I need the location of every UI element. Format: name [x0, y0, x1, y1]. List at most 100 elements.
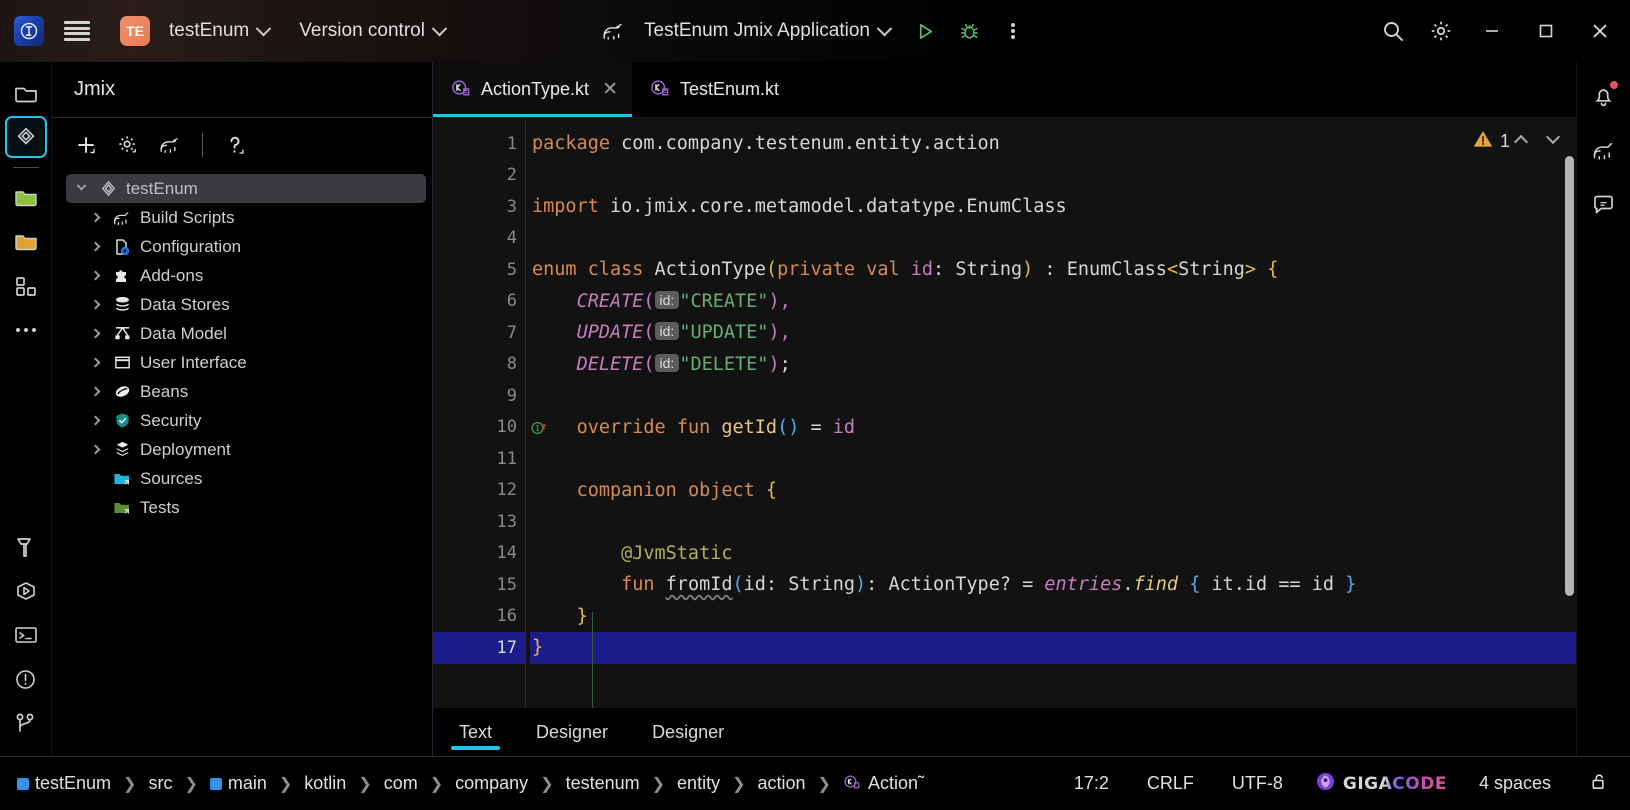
parameter-hint: id:: [654, 322, 680, 340]
caret-position[interactable]: 17:2: [1068, 770, 1115, 797]
project-tool-window: Jmix testEnum Build Scripts Configuratio…: [52, 62, 433, 756]
configuration-icon: [111, 237, 133, 257]
project-selector[interactable]: TE testEnum: [112, 12, 277, 50]
tree-item-deployment[interactable]: Deployment: [52, 435, 432, 464]
project-files-icon[interactable]: [5, 72, 47, 114]
tree-label: Security: [140, 410, 202, 430]
tree-item-tests[interactable]: Tests: [52, 493, 432, 522]
tree-item-beans[interactable]: Beans: [52, 377, 432, 406]
maximize-button[interactable]: [1520, 0, 1572, 62]
ai-assistant-icon[interactable]: [1584, 184, 1624, 224]
chevron-down-icon[interactable]: [72, 180, 90, 192]
more-actions-button[interactable]: [996, 14, 1030, 48]
editor-tab-label: TestEnum.kt: [679, 79, 780, 99]
build-hammer-icon[interactable]: [5, 526, 47, 568]
version-control-menu[interactable]: Version control: [291, 16, 453, 46]
run-configuration-selector[interactable]: TestEnum Jmix Application: [636, 16, 898, 46]
code-editor[interactable]: 1 2 3 4 5 6 7 8 9 10 11 12 13 14 15 16 1…: [433, 118, 1576, 708]
breadcrumb-item-file[interactable]: Action˜: [840, 770, 927, 798]
hamburger-menu-icon[interactable]: [64, 21, 90, 41]
editor-tab-label: ActionType.kt: [481, 79, 590, 99]
gear-icon[interactable]: [1418, 8, 1464, 54]
run-button[interactable]: [908, 14, 942, 48]
editor-scrollbar[interactable]: [1565, 156, 1574, 596]
tree-item-testenum[interactable]: testEnum: [66, 174, 426, 203]
editor-tab-actiontype[interactable]: ActionType.kt ✕: [433, 62, 632, 117]
version-control-branch-icon[interactable]: [5, 702, 47, 744]
run-icon[interactable]: [5, 570, 47, 612]
gear-icon[interactable]: [110, 128, 146, 162]
breadcrumb: testEnum ❯ src ❯ main ❯ kotlin ❯ com ❯ c…: [14, 770, 927, 798]
chevron-right-icon[interactable]: [86, 415, 104, 426]
chevron-right-icon[interactable]: [86, 444, 104, 455]
tab-text[interactable]: Text: [437, 708, 514, 756]
line-number: 2: [506, 165, 517, 186]
chevron-right-icon[interactable]: [86, 328, 104, 339]
gradle-elephant-icon[interactable]: [152, 128, 188, 162]
code-line-10: override fun getId() = id: [576, 416, 856, 438]
line-number: 13: [496, 511, 517, 532]
tree-item-user-interface[interactable]: User Interface: [52, 348, 432, 377]
more-tool-windows-icon[interactable]: [5, 309, 47, 351]
tree-item-security[interactable]: Security: [52, 406, 432, 435]
close-button[interactable]: [1574, 0, 1626, 62]
breadcrumb-item[interactable]: kotlin: [301, 771, 349, 796]
code-content[interactable]: package com.company.testenum.entity.acti…: [525, 118, 1576, 708]
breadcrumb-item[interactable]: testenum: [563, 771, 643, 796]
tab-designer-1[interactable]: Designer: [514, 708, 630, 756]
line-number-gutter: 1 2 3 4 5 6 7 8 9 10 11 12 13 14 15 16 1…: [433, 118, 547, 708]
tab-designer-2[interactable]: Designer: [630, 708, 746, 756]
tree-item-data-model[interactable]: Data Model: [52, 319, 432, 348]
problems-icon[interactable]: [5, 658, 47, 700]
code-line-16: }: [576, 605, 588, 627]
breadcrumb-separator: ❯: [540, 775, 554, 793]
file-encoding[interactable]: UTF-8: [1226, 770, 1289, 797]
debug-button[interactable]: [952, 14, 986, 48]
code-line-8: DELETE(id: "DELETE");: [576, 353, 791, 375]
tree-item-sources[interactable]: Sources: [52, 464, 432, 493]
previous-problem-icon[interactable]: [1510, 128, 1532, 150]
chevron-right-icon[interactable]: [86, 386, 104, 397]
breadcrumb-item[interactable]: company: [452, 771, 531, 796]
chevron-right-icon[interactable]: [86, 357, 104, 368]
close-icon[interactable]: ✕: [602, 80, 618, 99]
minimize-button[interactable]: [1466, 0, 1518, 62]
breadcrumb-item[interactable]: com: [381, 771, 421, 796]
breadcrumb-item[interactable]: main: [207, 771, 270, 796]
line-separator[interactable]: CRLF: [1141, 770, 1200, 797]
commit-green-folder-icon[interactable]: [5, 177, 47, 219]
tree-item-data-stores[interactable]: Data Stores: [52, 290, 432, 319]
indent-setting[interactable]: 4 spaces: [1473, 770, 1557, 797]
unlocked-icon[interactable]: [1583, 768, 1616, 800]
editor-bottom-tabs: Text Designer Designer: [433, 708, 1576, 756]
chevron-right-icon[interactable]: [86, 212, 104, 223]
notifications-bell-icon[interactable]: [1584, 76, 1624, 116]
jmix-icon[interactable]: [4, 116, 47, 158]
gigacode-plugin-status[interactable]: GIGACODE: [1315, 771, 1447, 797]
gradle-elephant-icon[interactable]: [1584, 130, 1624, 170]
structure-icon[interactable]: [5, 265, 47, 307]
breadcrumb-item[interactable]: src: [145, 771, 175, 796]
next-problem-icon[interactable]: [1542, 128, 1564, 150]
chevron-right-icon[interactable]: [86, 299, 104, 310]
search-icon[interactable]: [1370, 8, 1416, 54]
pull-requests-orange-folder-icon[interactable]: [5, 221, 47, 263]
chevron-right-icon[interactable]: [86, 241, 104, 252]
add-icon[interactable]: [68, 128, 104, 162]
code-line-3: import io.jmix.core.metamodel.datatype.E…: [532, 196, 1067, 217]
code-line-17: }: [530, 632, 1576, 664]
breadcrumb-item[interactable]: entity: [674, 771, 723, 796]
breadcrumb-separator: ❯: [278, 775, 293, 793]
breadcrumb-item[interactable]: testEnum: [14, 771, 114, 796]
tree-item-addons[interactable]: Add-ons: [52, 261, 432, 290]
inspection-warning-widget[interactable]: 1: [1472, 128, 1510, 155]
terminal-icon[interactable]: [5, 614, 47, 656]
tree-item-build-scripts[interactable]: Build Scripts: [52, 203, 432, 232]
chevron-right-icon[interactable]: [86, 270, 104, 281]
help-icon[interactable]: [217, 128, 253, 162]
tree-item-configuration[interactable]: Configuration: [52, 232, 432, 261]
breadcrumb-item[interactable]: action: [754, 771, 808, 796]
editor-tab-testenum[interactable]: TestEnum.kt: [632, 62, 793, 117]
